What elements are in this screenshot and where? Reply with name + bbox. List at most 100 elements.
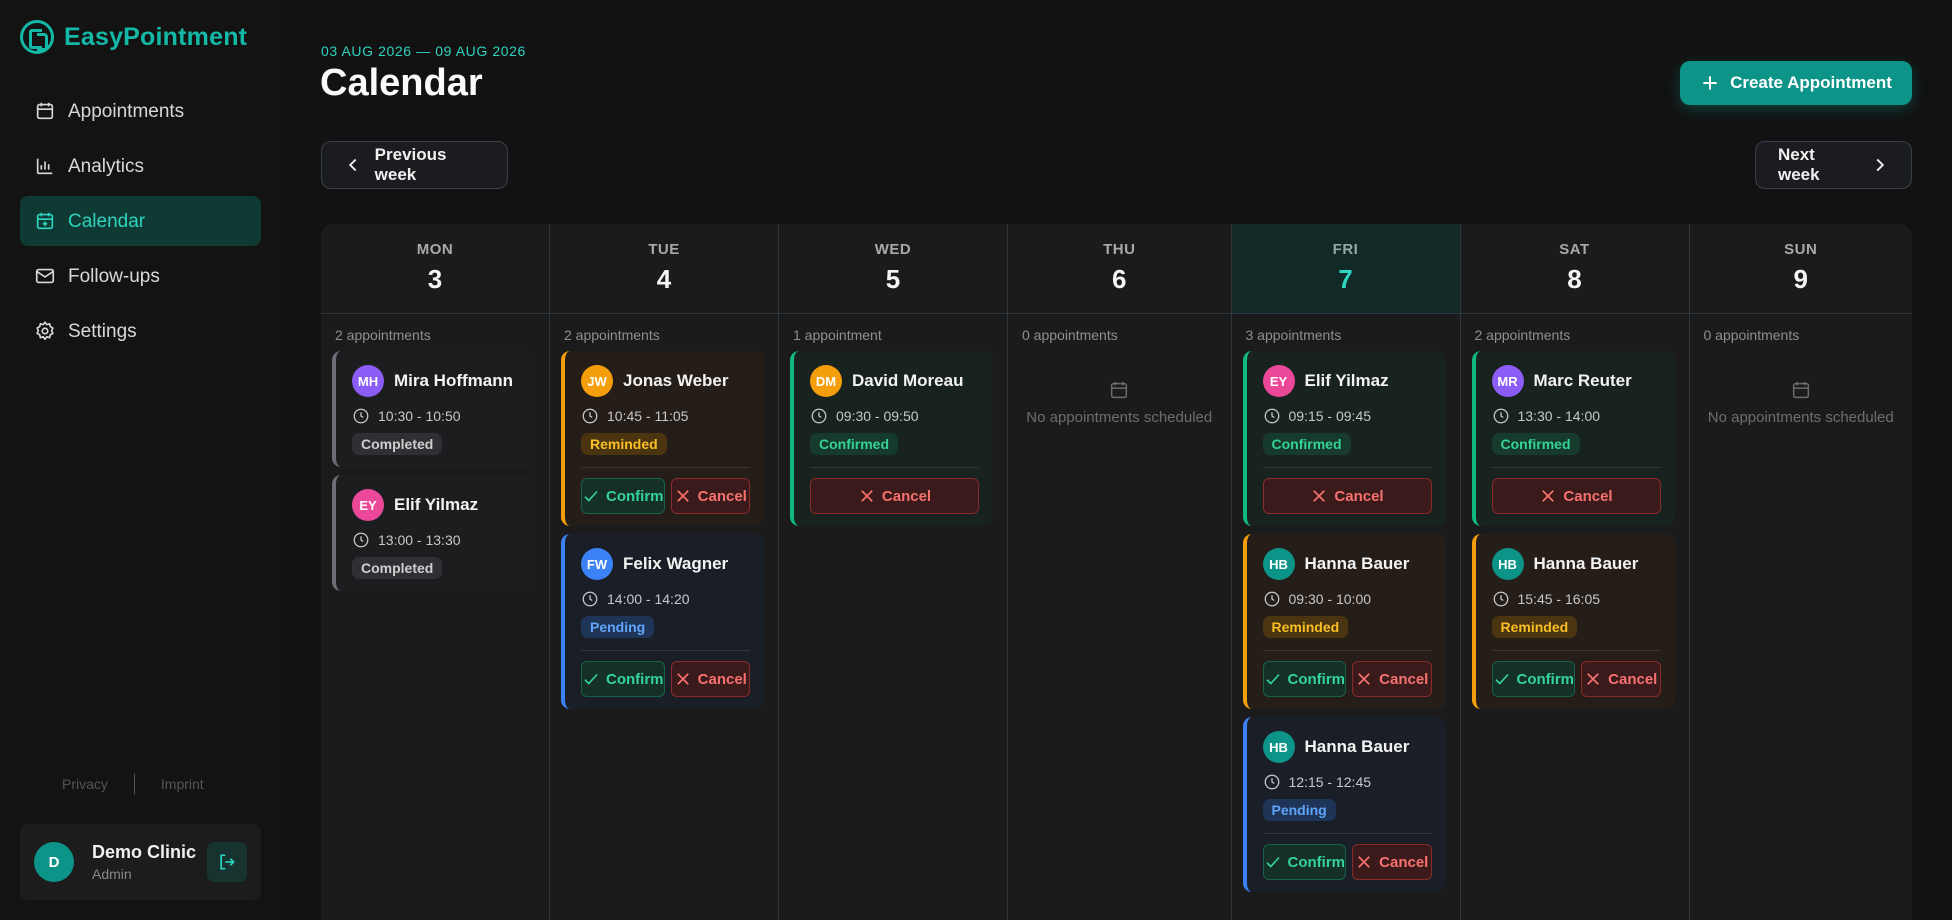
- appointment-header: DM David Moreau: [810, 365, 979, 397]
- sidebar-item-calendar[interactable]: Calendar: [20, 196, 261, 246]
- appointment-count: 2 appointments: [1474, 327, 1571, 343]
- clock-icon: [353, 408, 369, 424]
- calendar-icon: [1111, 381, 1128, 399]
- footer-links: Privacy Imprint: [62, 774, 204, 794]
- day-name: TUE: [648, 241, 680, 258]
- chevron-right-icon: [1876, 158, 1884, 172]
- status-badge: Reminded: [581, 433, 667, 455]
- status-badge: Completed: [352, 433, 443, 455]
- patient-name: Hanna Bauer: [1304, 737, 1410, 756]
- logo-icon: [20, 20, 54, 54]
- next-week-button[interactable]: Next week: [1755, 141, 1912, 189]
- appointment-actions: Confirm Cancel: [1262, 844, 1432, 880]
- divider: [1262, 833, 1432, 834]
- clock-icon: [1493, 408, 1508, 424]
- status-badge: Confirmed: [1491, 433, 1580, 455]
- appointment-header: HB Hanna Bauer: [1262, 731, 1432, 763]
- sidebar-nav: Appointments Analytics Calendar Follow-u…: [20, 86, 261, 361]
- day-column-thu: THU 6 0 appointments No appointments schedu…: [1008, 224, 1232, 920]
- confirm-button[interactable]: Confirm: [581, 661, 665, 697]
- day-number: 9: [1793, 264, 1808, 294]
- confirm-button[interactable]: Confirm: [1491, 661, 1575, 697]
- cancel-button[interactable]: Cancel: [1352, 844, 1432, 880]
- cancel-button[interactable]: Cancel: [810, 478, 979, 514]
- patient-name: Elif Yilmaz: [394, 495, 479, 514]
- empty-message: No appointments scheduled: [1026, 409, 1213, 426]
- cancel-button[interactable]: Cancel: [670, 478, 750, 514]
- confirm-label: Confirm: [1287, 853, 1346, 871]
- confirm-button[interactable]: Confirm: [1262, 661, 1346, 697]
- cancel-button[interactable]: Cancel: [670, 661, 750, 697]
- previous-week-button[interactable]: Previous week: [321, 141, 508, 189]
- appointment-card[interactable]: JW Jonas Weber 10:45 - 11:05 Reminded Confir…: [561, 351, 764, 526]
- divider: [133, 774, 135, 794]
- day-name: SUN: [1784, 241, 1818, 258]
- time-range: 09:15 - 09:45: [1288, 408, 1372, 424]
- appointment-actions: Confirm Cancel: [581, 661, 750, 697]
- appointment-card[interactable]: EY Elif Yilmaz 09:15 - 09:45 Confirmed Cance…: [1242, 351, 1446, 526]
- divider: [1491, 650, 1661, 651]
- clock-icon: [811, 408, 827, 424]
- appointment-card[interactable]: EY Elif Yilmaz 13:00 - 13:30 Completed: [332, 475, 535, 591]
- appointment-card[interactable]: MH Mira Hoffmann 10:30 - 10:50 Completed: [332, 351, 535, 467]
- divider: [810, 467, 979, 468]
- day-number: 5: [885, 264, 901, 294]
- create-appointment-button[interactable]: Create Appointment: [1680, 61, 1912, 105]
- sidebar-item-follow-ups[interactable]: Follow-ups: [20, 251, 261, 301]
- appointment-card[interactable]: HB Hanna Bauer 15:45 - 16:05 Reminded Confir…: [1471, 534, 1675, 709]
- patient-name: Mira Hoffmann: [394, 371, 513, 390]
- divider: [1262, 467, 1432, 468]
- appointment-card[interactable]: MR Marc Reuter 13:30 - 14:00 Confirmed Cance…: [1471, 351, 1675, 526]
- appointment-card[interactable]: HB Hanna Bauer 12:15 - 12:45 Pending Confirm…: [1242, 717, 1446, 892]
- cancel-button[interactable]: Cancel: [1491, 478, 1661, 514]
- avatar: DM: [810, 365, 842, 397]
- cancel-label: Cancel: [881, 487, 932, 505]
- patient-name: Marc Reuter: [1533, 371, 1632, 390]
- confirm-button[interactable]: Confirm: [581, 478, 665, 514]
- app-logo[interactable]: EasyPointment: [20, 20, 247, 54]
- appointment-card[interactable]: HB Hanna Bauer 09:30 - 10:00 Reminded Confir…: [1242, 534, 1446, 709]
- page-title: Calendar: [320, 62, 483, 104]
- appointment-card[interactable]: FW Felix Wagner 14:00 - 14:20 Pending Confir…: [561, 534, 764, 709]
- appointment-card[interactable]: DM David Moreau 09:30 - 09:50 Confirmed Canc…: [790, 351, 993, 526]
- imprint-link[interactable]: Imprint: [161, 776, 204, 792]
- day-column-fri: FRI 7 3 appointments EY Elif Yilmaz 09:15 - 0…: [1231, 224, 1461, 920]
- sidebar-item-settings[interactable]: Settings: [20, 306, 261, 356]
- avatar: D: [34, 842, 74, 882]
- patient-name: Hanna Bauer: [1533, 554, 1639, 573]
- cancel-button[interactable]: Cancel: [1262, 478, 1432, 514]
- day-name: FRI: [1332, 241, 1359, 258]
- logout-button[interactable]: [207, 842, 247, 882]
- check-icon: [584, 673, 598, 685]
- appointment-count: 0 appointments: [1022, 327, 1118, 343]
- clock-icon: [582, 591, 598, 607]
- sidebar-item-analytics[interactable]: Analytics: [20, 141, 261, 191]
- divider: [1262, 650, 1432, 651]
- sidebar-item-label: Calendar: [68, 210, 146, 232]
- patient-name: Hanna Bauer: [1304, 554, 1410, 573]
- appointment-header: FW Felix Wagner: [581, 548, 750, 580]
- day-column-sat: SAT 8 2 appointments MR Marc Reuter 13:30 - 1…: [1460, 224, 1690, 920]
- calendar-plus-icon: [36, 212, 54, 230]
- avatar: HB: [1262, 731, 1295, 763]
- cancel-button[interactable]: Cancel: [1581, 661, 1661, 697]
- cancel-label: Cancel: [1379, 853, 1429, 871]
- privacy-link[interactable]: Privacy: [62, 776, 108, 792]
- cancel-button[interactable]: Cancel: [1352, 661, 1432, 697]
- appointment-count: 0 appointments: [1703, 327, 1800, 343]
- status-badge: Confirmed: [1262, 433, 1351, 455]
- clock-icon: [1264, 408, 1279, 424]
- close-icon: [1587, 673, 1599, 685]
- confirm-label: Confirm: [606, 670, 664, 688]
- sidebar-item-appointments[interactable]: Appointments: [20, 86, 261, 136]
- confirm-button[interactable]: Confirm: [1262, 844, 1346, 880]
- cancel-label: Cancel: [697, 487, 747, 505]
- status-badge: Pending: [1262, 799, 1336, 821]
- day-number: 3: [427, 264, 443, 294]
- time-range: 09:30 - 09:50: [836, 408, 919, 424]
- sidebar-item-label: Follow-ups: [68, 265, 160, 287]
- time-range: 13:00 - 13:30: [378, 532, 461, 548]
- appointment-header: MH Mira Hoffmann: [352, 365, 521, 397]
- time-range: 15:45 - 16:05: [1517, 591, 1601, 607]
- appointment-actions: Cancel: [1262, 478, 1432, 514]
